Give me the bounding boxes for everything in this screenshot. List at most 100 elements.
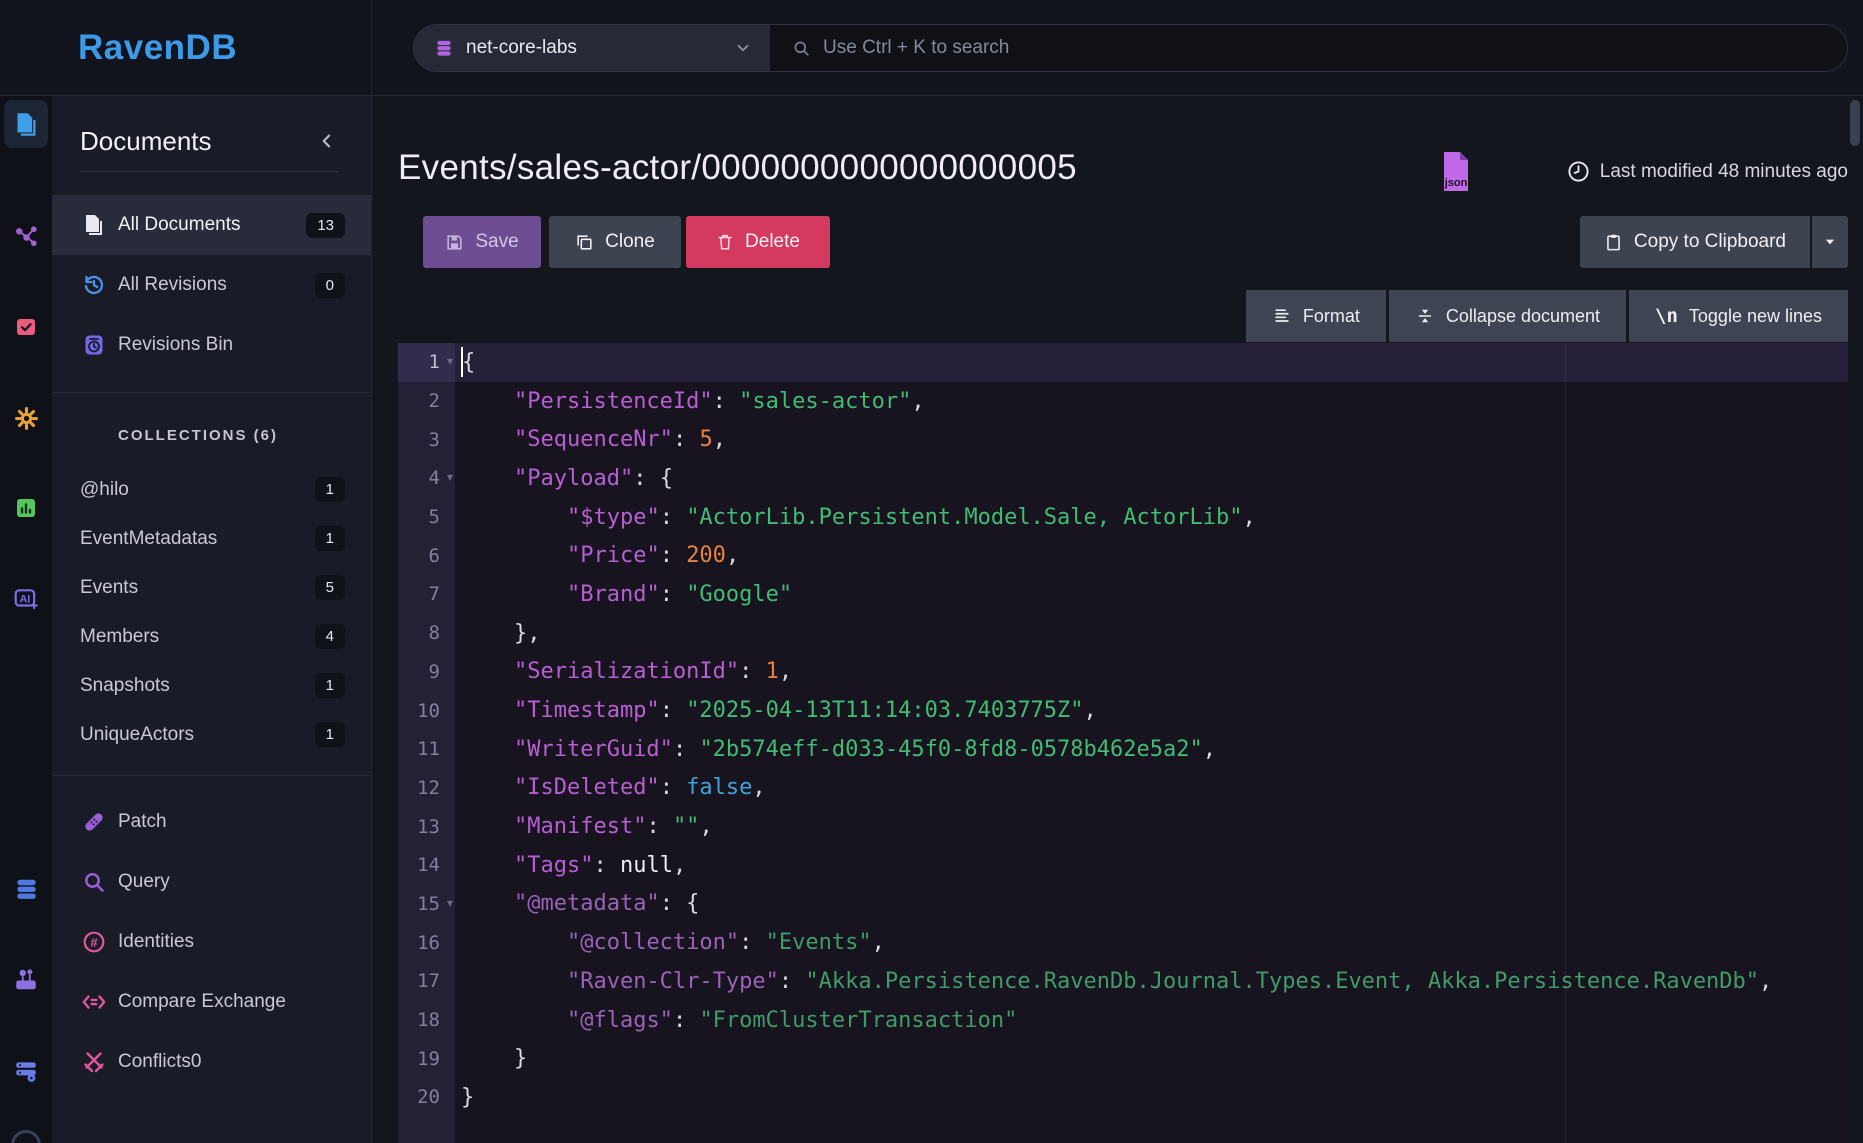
code-content: {: [455, 343, 1848, 382]
fold-toggle-icon[interactable]: ▼: [447, 473, 453, 484]
ravendb-logo[interactable]: RavenDB: [78, 28, 237, 68]
item-label: Snapshots: [80, 675, 170, 697]
item-label: @hilo: [80, 479, 129, 501]
count-badge: 13: [306, 213, 345, 238]
rail-item-stats[interactable]: [0, 484, 52, 532]
sidebar-item-compare-exchange[interactable]: Compare Exchange: [52, 972, 371, 1032]
collapse-sidebar-icon[interactable]: [317, 131, 337, 151]
code-line: 11 "WriterGuid": "2b574eff-d033-45f0-8fd…: [398, 730, 1848, 769]
sidebar-item-conflicts[interactable]: Conflicts0: [52, 1032, 371, 1092]
code-content: "$type": "ActorLib.Persistent.Model.Sale…: [455, 498, 1848, 537]
format-button[interactable]: Format: [1246, 290, 1386, 342]
ravendb-studio: RavenDB net-core-labs AI D: [0, 0, 1863, 1143]
line-number: 17: [398, 962, 455, 1001]
database-icon: [434, 38, 454, 58]
code-content: "Raven-Clr-Type": "Akka.Persistence.Rave…: [455, 962, 1848, 1001]
collection-eventmetadatas[interactable]: EventMetadatas1: [52, 514, 371, 563]
code-content: "@collection": "Events",: [455, 923, 1848, 962]
item-label: Identities: [118, 931, 194, 953]
tasks-icon: [14, 315, 38, 339]
rail-bottom-icon[interactable]: [11, 1130, 41, 1143]
copy-options-caret[interactable]: [1812, 216, 1848, 268]
code-content: "IsDeleted": false,: [455, 769, 1848, 808]
code-content: "Brand": "Google": [455, 575, 1848, 614]
line-number: 19: [398, 1039, 455, 1078]
all-documents-icon: [82, 213, 106, 237]
line-number: 2: [398, 382, 455, 421]
copy-to-clipboard-button[interactable]: Copy to Clipboard: [1580, 216, 1810, 268]
rail-item-ai[interactable]: AI: [0, 575, 52, 623]
sidebar-item-query[interactable]: Query: [52, 852, 371, 912]
line-number: 12: [398, 769, 455, 808]
code-line: 20}: [398, 1078, 1848, 1117]
server-settings-icon: [13, 1058, 39, 1084]
revisions-bin-icon: [82, 333, 106, 357]
format-icon: [1272, 306, 1292, 326]
item-label: EventMetadatas: [80, 528, 217, 550]
collection--hilo[interactable]: @hilo1: [52, 465, 371, 514]
code-line: 19 }: [398, 1039, 1848, 1078]
svg-text:#: #: [90, 935, 98, 950]
sidebar-item-patch[interactable]: Patch: [52, 792, 371, 852]
sidebar-item-revisions-bin[interactable]: Revisions Bin: [52, 315, 371, 375]
trash-icon: [716, 233, 734, 251]
rail-item-server[interactable]: [0, 956, 52, 1004]
page-scrollbar[interactable]: [1850, 100, 1860, 146]
topbar: RavenDB net-core-labs: [0, 0, 1863, 96]
copy-split-button: Copy to Clipboard: [1580, 216, 1848, 268]
toggle-new-lines-button[interactable]: \n Toggle new lines: [1629, 290, 1848, 342]
code-content: "WriterGuid": "2b574eff-d033-45f0-8fd8-0…: [455, 730, 1848, 769]
code-line: 6 "Price": 200,: [398, 536, 1848, 575]
rail-item-settings[interactable]: [0, 394, 52, 442]
code-content: "PersistenceId": "sales-actor",: [455, 382, 1848, 421]
newline-icon: \n: [1655, 305, 1678, 327]
save-icon: [445, 233, 464, 252]
sidebar-item-identities[interactable]: # Identities: [52, 912, 371, 972]
topbar-logo-section: RavenDB: [0, 0, 372, 95]
collapse-document-button[interactable]: Collapse document: [1389, 290, 1626, 342]
item-label: Compare Exchange: [118, 991, 286, 1013]
last-modified-text: Last modified 48 minutes ago: [1600, 161, 1848, 183]
item-label: Members: [80, 626, 159, 648]
count-badge: 1: [315, 722, 345, 747]
count-badge: 1: [315, 673, 345, 698]
line-number: 16: [398, 923, 455, 962]
rail-item-tasks[interactable]: [0, 303, 52, 351]
storage-icon: [13, 876, 39, 902]
sidebar: Documents All Documents13All Revisions0R…: [52, 96, 372, 1143]
line-number: 20: [398, 1078, 455, 1117]
all-revisions-icon: [82, 273, 106, 297]
code-content: },: [455, 614, 1848, 653]
identities-icon: #: [82, 930, 106, 954]
collection-members[interactable]: Members4: [52, 612, 371, 661]
collections-header: COLLECTIONS (6): [118, 427, 278, 444]
line-number: 5: [398, 498, 455, 537]
sidebar-item-all-documents[interactable]: All Documents13: [52, 195, 371, 255]
item-label: Conflicts: [118, 1051, 191, 1073]
line-number: 6: [398, 536, 455, 575]
collection-snapshots[interactable]: Snapshots 1: [52, 661, 371, 710]
document-editor[interactable]: 1▼{2 "PersistenceId": "sales-actor",3 "S…: [398, 343, 1848, 1143]
chevron-down-icon: [734, 39, 752, 57]
editor-toolbar: Format Collapse document \n Toggle new l…: [1246, 290, 1848, 342]
icon-rail: AI: [0, 96, 52, 1143]
clone-button[interactable]: Clone: [549, 216, 681, 268]
search-input[interactable]: [823, 37, 1423, 59]
line-number: 10: [398, 691, 455, 730]
code-line: 18 "@flags": "FromClusterTransaction": [398, 1001, 1848, 1040]
sidebar-item-all-revisions[interactable]: All Revisions0: [52, 255, 371, 315]
fold-toggle-icon[interactable]: ▼: [447, 357, 453, 368]
save-button[interactable]: Save: [423, 216, 541, 268]
database-selector[interactable]: net-core-labs: [414, 25, 770, 71]
rail-item-storage[interactable]: [0, 865, 52, 913]
fold-toggle-icon[interactable]: ▼: [447, 898, 453, 909]
settings-icon: [14, 406, 39, 431]
rail-item-documents[interactable]: [4, 100, 48, 148]
collection-uniqueactors[interactable]: UniqueActors1: [52, 710, 371, 759]
delete-button[interactable]: Delete: [686, 216, 830, 268]
sidebar-title: Documents: [80, 126, 212, 157]
code-line: 9 "SerializationId": 1,: [398, 653, 1848, 692]
collection-events[interactable]: Events5: [52, 563, 371, 612]
rail-item-server-settings[interactable]: [0, 1047, 52, 1095]
rail-item-indexes[interactable]: [0, 212, 52, 260]
